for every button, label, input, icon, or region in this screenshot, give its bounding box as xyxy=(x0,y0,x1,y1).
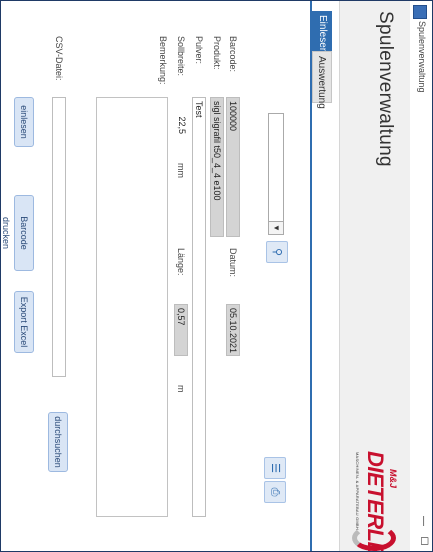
bemerkung-label: Bemerkung: xyxy=(158,36,168,85)
barcode-field: 100000 xyxy=(226,97,240,237)
datum-label: Datum: xyxy=(228,248,238,278)
datum-field: 05.10.2021 xyxy=(226,304,240,356)
barcode-label: Barcode: xyxy=(228,36,238,73)
maximize-button[interactable]: ☐ xyxy=(415,535,429,547)
csv-field[interactable] xyxy=(52,97,66,377)
logo-tagline: MASCHINEN- & APPARATEBAU GMBH xyxy=(355,452,360,530)
laenge-field: 0,57 xyxy=(174,304,188,356)
pulver-label: Pulver: xyxy=(194,36,204,65)
search-icon: ⚲ xyxy=(271,247,283,257)
mm-unit: mm xyxy=(176,163,186,178)
einlesen-button[interactable]: einlesen xyxy=(14,97,34,147)
window-title: Spulenverwaltung xyxy=(417,21,427,93)
logo-swoosh-icon xyxy=(352,525,396,551)
page-title: Spulenverwaltung xyxy=(375,11,396,167)
app-header: Spulenverwaltung M&J DIETERLE MASCHINEN-… xyxy=(339,1,410,552)
company-logo: M&J DIETERLE MASCHINEN- & APPARATEBAU GM… xyxy=(344,449,402,552)
durchsuchen-button[interactable]: durchsuchen xyxy=(48,412,68,472)
pulver-field[interactable]: Test xyxy=(192,97,206,517)
print-button[interactable]: ⎙ xyxy=(264,481,286,503)
chevron-down-icon[interactable]: ▼ xyxy=(269,221,283,234)
app-icon xyxy=(413,5,427,19)
minimize-button[interactable]: — xyxy=(415,515,429,527)
m-unit: m xyxy=(176,385,186,393)
tab-einlesen[interactable]: Einlesen xyxy=(312,11,332,53)
produkt-label: Produkt: xyxy=(212,36,222,70)
title-bar: Spulenverwaltung — ☐ xyxy=(409,1,432,552)
print-icon: ⎙ xyxy=(269,487,281,497)
app-window: Spulenverwaltung — ☐ Spulenverwaltung M&… xyxy=(0,0,433,552)
laenge-label: Länge: xyxy=(176,248,186,276)
document-icon: ☰ xyxy=(269,463,281,473)
document-button[interactable]: ☰ xyxy=(264,457,286,479)
sollbreite-label: Sollbreite: xyxy=(176,36,186,77)
bemerkung-textarea[interactable] xyxy=(96,97,168,517)
tab-auswertung[interactable]: Auswertung xyxy=(312,51,332,109)
search-button[interactable]: ⚲ xyxy=(266,241,288,263)
barcode-drucken-button[interactable]: Barcode drucken xyxy=(1,195,34,271)
produkt-field: sigl sigrafil t50_4_4 e100 xyxy=(210,97,224,237)
export-excel-button[interactable]: Export Excel xyxy=(14,291,34,353)
logo-brand-small: M&J xyxy=(388,469,398,489)
barcode-select[interactable]: ▼ xyxy=(268,113,284,235)
csv-label: CSV-Datei: xyxy=(54,36,64,81)
sollbreite-field[interactable]: 22,5 xyxy=(174,97,188,137)
